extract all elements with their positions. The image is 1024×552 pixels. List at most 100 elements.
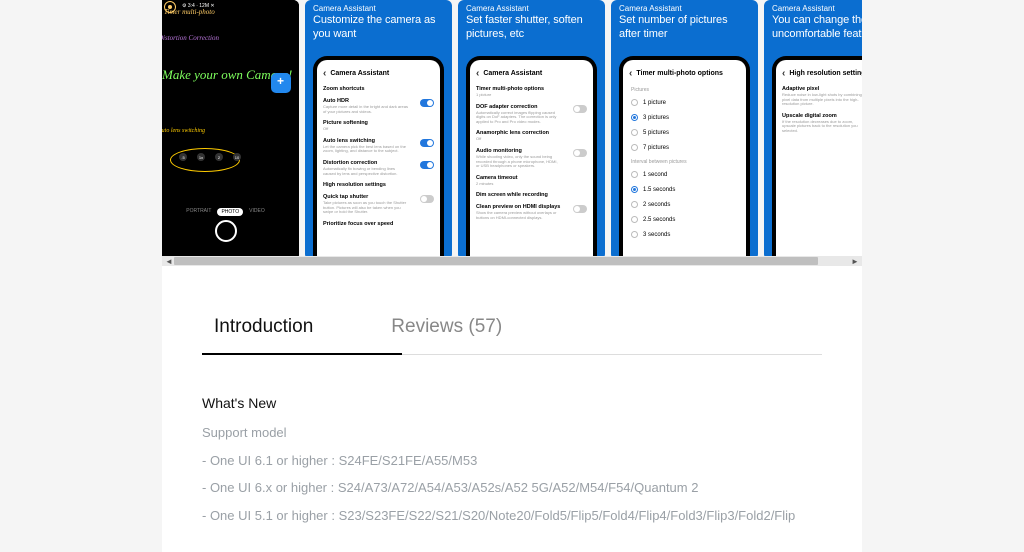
slide-app-label: Camera Assistant	[305, 0, 452, 13]
scroll-right-icon[interactable]: ►	[850, 257, 860, 266]
setting-desc: Let the camera pick the best lens based …	[323, 145, 408, 154]
radio-icon	[631, 216, 638, 223]
slide-make-your-own: ⚙ 3:4 · 12M ✕ Timer multi-photo Distorti…	[162, 0, 299, 260]
slides-track: ⚙ 3:4 · 12M ✕ Timer multi-photo Distorti…	[162, 0, 862, 260]
radio-icon	[631, 99, 638, 106]
mode-portrait: PORTRAIT	[186, 208, 211, 216]
wn-line: Support model	[202, 423, 822, 443]
setting-label: Anamorphic lens correction	[476, 130, 549, 136]
radio-row[interactable]: 2 seconds	[629, 197, 740, 212]
setting-row: Clean preview on HDMI displaysShow the c…	[476, 201, 587, 223]
handwriting-timer: Timer multi-photo	[164, 8, 215, 16]
toggle-switch[interactable]	[420, 161, 434, 169]
phone-frame: High resolution settings Adaptive pixelR…	[772, 56, 862, 260]
section-interval: Interval between pictures	[629, 155, 740, 167]
radio-label: 2.5 seconds	[643, 217, 675, 223]
phone-frame: Camera Assistant Timer multi-photo optio…	[466, 56, 597, 260]
setting-label: Prioritize focus over speed	[323, 221, 393, 227]
setting-desc: Off	[476, 137, 549, 142]
detail-tabs: Introduction Reviews (57)	[202, 266, 822, 354]
radio-row[interactable]: 7 pictures	[629, 140, 740, 155]
setting-label: Camera timeout	[476, 175, 518, 181]
setting-desc: 1 picture	[476, 93, 544, 98]
handwriting-autolens: Auto lens switching	[162, 128, 205, 134]
slide-customize: Camera Assistant Customize the camera as…	[305, 0, 452, 260]
settings-screen: Camera Assistant Timer multi-photo optio…	[470, 60, 593, 260]
radio-label: 3 pictures	[643, 115, 669, 121]
tab-underline	[202, 354, 822, 355]
setting-desc: Automatically correct images flipping ca…	[476, 111, 561, 125]
radio-label: 2 seconds	[643, 202, 670, 208]
radio-icon	[631, 114, 638, 121]
mode-photo: PHOTO	[217, 208, 243, 216]
camera-modes: PORTRAIT PHOTO VIDEO	[162, 208, 295, 216]
setting-row: Dim screen while recording	[476, 189, 587, 201]
toggle-switch[interactable]	[573, 105, 587, 113]
radio-icon	[631, 129, 638, 136]
tab-introduction[interactable]: Introduction	[202, 306, 325, 354]
settings-screen: High resolution settings Adaptive pixelR…	[776, 60, 862, 260]
phone-frame: Camera Assistant Zoom shortcutsAuto HDRC…	[313, 56, 444, 260]
toggle-switch[interactable]	[573, 149, 587, 157]
setting-label: Upscale digital zoom	[782, 113, 862, 119]
toggle-switch[interactable]	[420, 139, 434, 147]
phone-frame: ⚙ 3:4 · 12M ✕ Timer multi-photo Distorti…	[162, 0, 299, 260]
handwriting-distortion: Distortion Correction	[162, 34, 219, 42]
screen-header: Timer multi-photo options	[629, 66, 740, 83]
radio-label: 1 second	[643, 172, 667, 178]
gallery-scrollbar[interactable]: ◄ ►	[162, 256, 862, 266]
page-root: ⚙ 3:4 · 12M ✕ Timer multi-photo Distorti…	[0, 0, 1024, 552]
radio-row[interactable]: 3 pictures	[629, 110, 740, 125]
camera-bottom-ui: PORTRAIT PHOTO VIDEO	[162, 208, 295, 256]
setting-desc: 2 minutes	[476, 182, 518, 187]
setting-label: Auto lens switching	[323, 138, 408, 144]
radio-icon	[631, 201, 638, 208]
toggle-switch[interactable]	[420, 99, 434, 107]
scroll-left-icon[interactable]: ◄	[164, 257, 174, 266]
content-area: ⚙ 3:4 · 12M ✕ Timer multi-photo Distorti…	[162, 0, 862, 552]
setting-row: Auto lens switchingLet the camera pick t…	[323, 135, 434, 157]
setting-desc: Take pictures as soon as you touch the S…	[323, 201, 408, 215]
mode-video: VIDEO	[249, 208, 265, 216]
wn-line: - One UI 6.x or higher : S24/A73/A72/A54…	[202, 478, 822, 498]
setting-row: DOF adapter correctionAutomatically corr…	[476, 101, 587, 128]
gallery-viewport[interactable]: ⚙ 3:4 · 12M ✕ Timer multi-photo Distorti…	[162, 0, 862, 260]
phone-frame: Timer multi-photo options Pictures 1 pic…	[619, 56, 750, 260]
setting-desc: Show the camera preview without overlays…	[476, 211, 561, 220]
radio-row[interactable]: 5 pictures	[629, 125, 740, 140]
setting-label: DOF adapter correction	[476, 104, 561, 110]
radio-icon	[631, 231, 638, 238]
setting-desc: Reduce noise in low-light shots by combi…	[782, 93, 862, 107]
radio-row[interactable]: 1.5 seconds	[629, 182, 740, 197]
setting-row: Upscale digital zoomIf the resolution de…	[782, 110, 862, 137]
slide-app-label: Camera Assistant	[458, 0, 605, 13]
setting-desc: Off	[323, 127, 368, 132]
screen-header: High resolution settings	[782, 66, 862, 83]
toggle-switch[interactable]	[420, 195, 434, 203]
radio-label: 3 seconds	[643, 232, 670, 238]
slide-app-label: Camera Assistant	[611, 0, 758, 13]
radio-row[interactable]: 1 picture	[629, 95, 740, 110]
radio-label: 1 picture	[643, 100, 666, 106]
setting-row: Quick tap shutterTake pictures as soon a…	[323, 191, 434, 218]
setting-row: Auto HDRCapture more detail in the brigh…	[323, 95, 434, 117]
camera-screen: ⚙ 3:4 · 12M ✕ Timer multi-photo Distorti…	[162, 0, 299, 260]
settings-screen: Timer multi-photo options Pictures 1 pic…	[623, 60, 746, 260]
slide-app-label: Camera Assistant	[764, 0, 862, 13]
shutter-button-icon	[215, 220, 237, 242]
setting-desc: If the resolution decreases due to zoom,…	[782, 120, 862, 134]
radio-row[interactable]: 3 seconds	[629, 227, 740, 242]
whats-new-heading: What's New	[202, 395, 822, 411]
radio-row[interactable]: 1 second	[629, 167, 740, 182]
slide-title: Customize the camera as you want	[305, 13, 452, 46]
radio-icon	[631, 186, 638, 193]
toggle-switch[interactable]	[573, 205, 587, 213]
radio-row[interactable]: 2.5 seconds	[629, 212, 740, 227]
screen-header: Camera Assistant	[323, 66, 434, 83]
setting-row: Anamorphic lens correctionOff	[476, 127, 587, 145]
setting-row: Camera timeout2 minutes	[476, 172, 587, 190]
scroll-thumb[interactable]	[174, 257, 818, 265]
setting-label: High resolution settings	[323, 182, 386, 188]
wn-line: - One UI 6.1 or higher : S24FE/S21FE/A55…	[202, 451, 822, 471]
tab-reviews[interactable]: Reviews (57)	[379, 306, 514, 354]
